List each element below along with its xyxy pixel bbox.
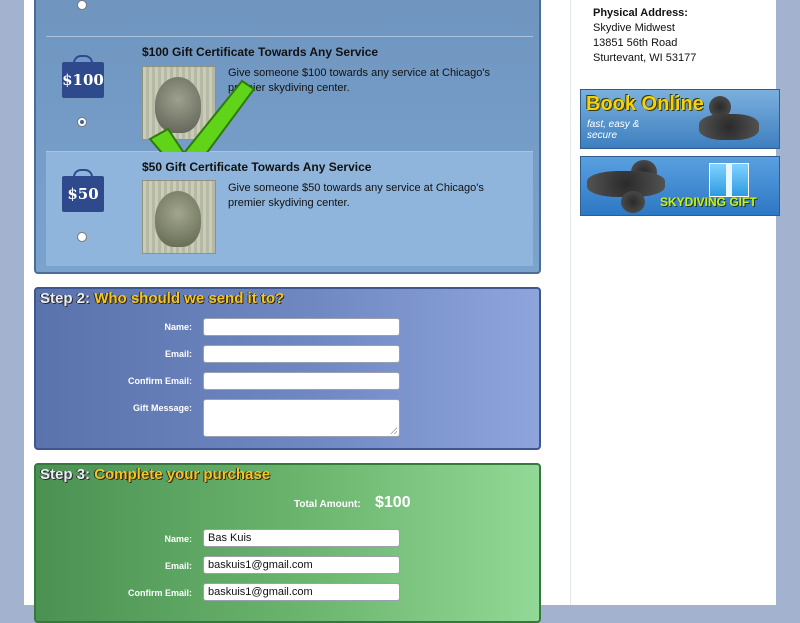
main-column: $100 $100 Gift Certificate Towards Any S… — [34, 0, 545, 623]
book-online-banner[interactable]: Book Online fast, easy & secure — [580, 89, 780, 149]
gift-option-previous — [46, 0, 533, 37]
recipient-name-label: Name: — [164, 322, 192, 332]
gift-option-100[interactable]: $100 $100 Gift Certificate Towards Any S… — [46, 37, 533, 183]
gift-radio-50[interactable] — [77, 232, 87, 242]
step3-number: Step 3: — [40, 466, 91, 483]
bill-image-50 — [142, 180, 216, 254]
recipient-email-label: Email: — [164, 349, 192, 359]
gift-description-50: Give someone $50 towards any service at … — [228, 182, 484, 209]
total-amount-label: Total Amount: — [294, 499, 361, 510]
resize-handle-icon[interactable] — [390, 427, 397, 434]
book-online-subtitle: fast, easy & secure — [587, 119, 639, 141]
step3-heading: Step 3: Complete your purchase — [40, 466, 270, 483]
gift-radio-previous[interactable] — [77, 0, 87, 10]
recipient-email-input[interactable] — [203, 345, 400, 363]
buyer-name-input[interactable] — [203, 529, 400, 547]
gift-message-label: Gift Message: — [132, 403, 192, 413]
step2-title: Who should we send it to? — [94, 290, 285, 307]
book-online-title: Book Online — [586, 93, 704, 115]
gift-options-panel: $100 $100 Gift Certificate Towards Any S… — [34, 0, 541, 274]
skydiver-icon — [621, 191, 645, 213]
price-tag-50: $50 — [62, 176, 104, 212]
gift-radio-100[interactable] — [77, 117, 87, 127]
buyer-confirm-email-label: Confirm Email: — [127, 588, 192, 598]
step2-number: Step 2: — [40, 290, 91, 307]
physical-address: Physical Address: Skydive Midwest 13851 … — [593, 6, 696, 66]
gift-description-100: Give someone $100 towards any service at… — [228, 67, 490, 94]
price-tag-100: $100 — [62, 62, 104, 98]
address-heading: Physical Address: — [593, 7, 688, 19]
recipient-name-input[interactable] — [203, 318, 400, 336]
gift-title-50: $50 Gift Certificate Towards Any Service — [142, 160, 372, 174]
recipient-confirm-email-input[interactable] — [203, 372, 400, 390]
buyer-name-label: Name: — [164, 534, 192, 544]
book-online-subtitle-line: secure — [587, 130, 618, 141]
address-line: Skydive Midwest — [593, 22, 675, 34]
gift-option-50[interactable]: $50 $50 Gift Certificate Towards Any Ser… — [46, 152, 533, 266]
address-line: Sturtevant, WI 53177 — [593, 52, 697, 64]
step3-title: Complete your purchase — [94, 466, 271, 483]
gift-title-100: $100 Gift Certificate Towards Any Servic… — [142, 45, 379, 59]
total-amount-value: $100 — [375, 494, 411, 511]
buyer-confirm-email-input[interactable] — [203, 583, 400, 601]
address-line: 13851 56th Road — [593, 37, 678, 49]
gift-box-icon — [709, 163, 749, 197]
step3-panel: Step 3: Complete your purchase Total Amo… — [34, 463, 541, 623]
buyer-email-label: Email: — [164, 561, 192, 571]
gift-message-textarea[interactable] — [203, 399, 400, 437]
step2-heading: Step 2: Who should we send it to? — [40, 290, 284, 307]
page: $100 $100 Gift Certificate Towards Any S… — [24, 0, 780, 623]
book-online-subtitle-line: fast, easy & — [587, 119, 640, 130]
recipient-confirm-email-label: Confirm Email: — [127, 376, 192, 386]
skydiver-body-icon — [699, 114, 759, 140]
buyer-email-input[interactable] — [203, 556, 400, 574]
step2-panel: Step 2: Who should we send it to? Name: … — [34, 287, 541, 450]
skydiving-gift-text: SKYDIVING GIFT — [660, 195, 757, 209]
sidebar: Physical Address: Skydive Midwest 13851 … — [570, 0, 780, 605]
skydiving-gift-banner[interactable]: SKYDIVING GIFT — [580, 156, 780, 216]
